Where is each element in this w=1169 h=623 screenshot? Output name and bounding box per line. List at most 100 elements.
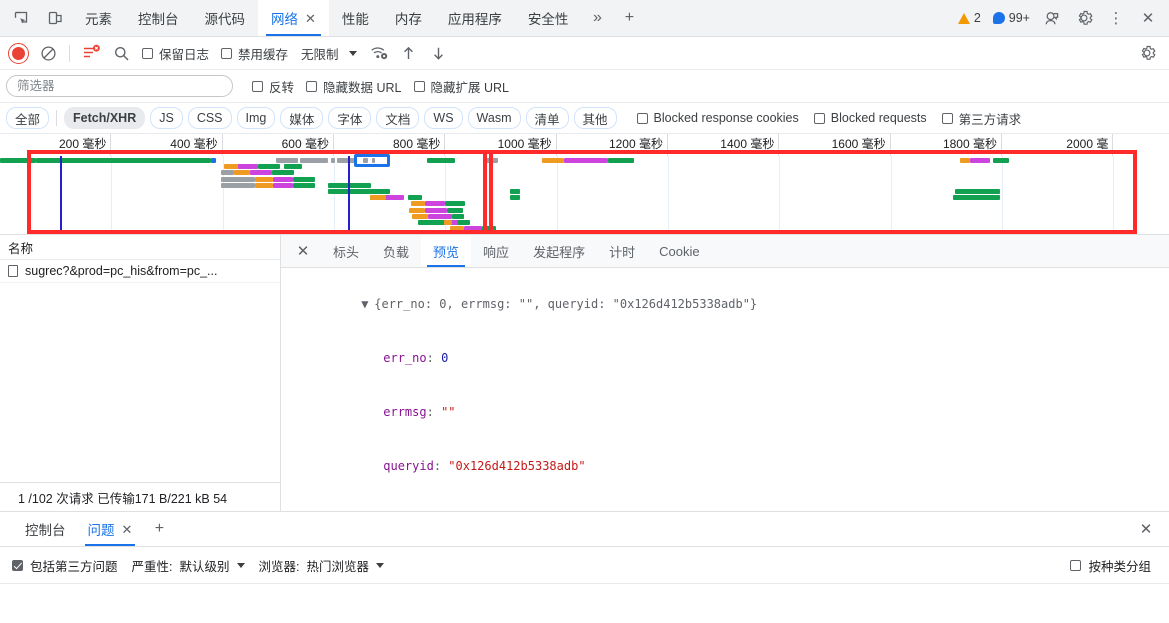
settings-gear-icon[interactable]: [1069, 4, 1099, 32]
network-settings-gear-icon[interactable]: [1133, 40, 1161, 66]
tab-elements[interactable]: 元素: [72, 0, 125, 36]
add-tab-icon[interactable]: +: [613, 0, 645, 36]
tab-headers[interactable]: 标头: [321, 235, 371, 267]
timeline-request-bar: [337, 158, 355, 163]
chip-font[interactable]: 字体: [328, 107, 372, 129]
tab-sources[interactable]: 源代码: [192, 0, 259, 36]
hide-extension-urls-checkbox[interactable]: 隐藏扩展 URL: [409, 77, 514, 96]
throttling-dropdown[interactable]: 无限制: [295, 44, 363, 63]
chip-all[interactable]: 全部: [6, 107, 50, 129]
network-overview-timeline[interactable]: 200 毫秒 400 毫秒 600 毫秒 800 毫秒 1000 毫秒 1200 毫秒 14…: [0, 134, 1169, 235]
chip-label: Wasm: [476, 111, 512, 125]
filter-input[interactable]: [6, 75, 233, 97]
timeline-request-bar: [452, 213, 464, 219]
chip-ws[interactable]: WS: [424, 107, 463, 129]
tab-console[interactable]: 控制台: [125, 0, 192, 36]
tab-label: 源代码: [204, 12, 246, 27]
tab-cookies[interactable]: Cookie: [647, 235, 711, 267]
invert-label: 反转: [269, 80, 295, 95]
group-by-kind-checkbox[interactable]: 按种类分组: [1070, 556, 1151, 575]
export-har-button[interactable]: [425, 40, 453, 66]
close-detail-icon[interactable]: ✕: [285, 235, 321, 267]
chip-other[interactable]: 其他: [573, 107, 617, 129]
close-devtools-icon[interactable]: ✕: [1133, 4, 1163, 32]
message-bubble-icon: [992, 12, 1005, 24]
more-tabs-icon[interactable]: »: [581, 0, 613, 36]
disable-cache-checkbox[interactable]: 禁用缓存: [216, 44, 293, 63]
hide-data-urls-checkbox[interactable]: 隐藏数据 URL: [301, 77, 406, 96]
tab-label: 性能: [341, 12, 369, 27]
clear-button[interactable]: [34, 40, 62, 66]
tab-payload[interactable]: 负载: [371, 235, 421, 267]
browser-dropdown[interactable]: 浏览器: 热门浏览器: [259, 556, 385, 575]
drawer-add-tab-icon[interactable]: +: [143, 512, 175, 546]
tab-security[interactable]: 安全性: [515, 0, 582, 36]
timeline-gridline: [334, 156, 335, 234]
search-button[interactable]: [107, 40, 135, 66]
preserve-log-checkbox[interactable]: 保留日志: [137, 44, 214, 63]
tab-performance[interactable]: 性能: [329, 0, 382, 36]
expand-triangle-icon[interactable]: ▼: [361, 295, 374, 313]
chip-css[interactable]: CSS: [187, 107, 232, 129]
record-button[interactable]: [4, 40, 32, 66]
tab-timing[interactable]: 计时: [597, 235, 647, 267]
blocked-requests-checkbox[interactable]: Blocked requests: [809, 111, 932, 125]
tab-memory[interactable]: 内存: [382, 0, 435, 36]
json-row: queryid: "0x126d412b5338adb": [383, 459, 586, 473]
tab-initiator[interactable]: 发起程序: [521, 235, 597, 267]
tab-application[interactable]: 应用程序: [435, 0, 515, 36]
blocked-response-cookies-label: Blocked response cookies: [653, 111, 799, 125]
chip-media[interactable]: 媒体: [280, 107, 324, 129]
chevron-down-icon: [348, 50, 357, 56]
tab-response[interactable]: 响应: [471, 235, 521, 267]
tab-close-icon[interactable]: ✕: [305, 12, 316, 25]
tab-network[interactable]: 网络 ✕: [258, 0, 329, 36]
blocked-response-cookies-checkbox[interactable]: Blocked response cookies: [632, 111, 804, 125]
chip-js[interactable]: JS: [150, 107, 183, 129]
drawer-tab-issues[interactable]: 问题 ✕: [76, 512, 144, 546]
device-toolbar-icon[interactable]: [38, 0, 72, 36]
warning-triangle-icon: [957, 12, 970, 24]
filter-toggle-button[interactable]: [77, 40, 105, 66]
issues-people-icon[interactable]: [1037, 4, 1067, 32]
warning-count-button[interactable]: 2: [953, 11, 986, 25]
chip-img[interactable]: Img: [236, 107, 276, 129]
inspect-element-icon[interactable]: [4, 0, 38, 36]
main-menu-icon[interactable]: ⋮: [1101, 4, 1131, 32]
timeline-request-bar: [250, 170, 272, 176]
network-conditions-button[interactable]: [365, 40, 393, 66]
timeline-gridline: [1002, 156, 1003, 234]
json-key: err_no: [383, 351, 427, 365]
timeline-bars-area[interactable]: [0, 150, 1169, 234]
chip-wasm[interactable]: Wasm: [467, 107, 521, 129]
include-third-party-checkbox[interactable]: 包括第三方问题: [12, 556, 118, 575]
json-value: "0x126d412b5338adb": [448, 459, 586, 473]
timeline-request-bar: [255, 176, 273, 182]
issues-filter-right: 按种类分组: [1070, 556, 1157, 575]
tab-preview[interactable]: 预览: [421, 235, 472, 267]
severity-dropdown[interactable]: 严重性: 默认级别: [132, 556, 245, 575]
timeline-request-bar: [273, 182, 293, 188]
timeline-gridline: [779, 156, 781, 234]
third-party-requests-checkbox[interactable]: 第三方请求: [937, 109, 1027, 128]
close-drawer-icon[interactable]: ✕: [1131, 515, 1161, 543]
table-row[interactable]: sugrec?&prod=pc_his&from=pc_...: [0, 260, 280, 283]
request-detail-pane: ✕ 标头 负载 预览 响应 发起程序 计时 Cookie ▼ {err_no: 0…: [281, 235, 1169, 511]
chip-label: 清单: [534, 112, 560, 127]
chip-doc[interactable]: 文档: [376, 107, 420, 129]
drawer-tab-console[interactable]: 控制台: [14, 512, 77, 546]
drawer-tab-close-icon[interactable]: ✕: [122, 523, 133, 536]
timeline-request-bar: [960, 158, 970, 163]
chip-fetch-xhr[interactable]: Fetch/XHR: [64, 107, 146, 129]
request-list[interactable]: sugrec?&prod=pc_his&from=pc_...: [0, 260, 280, 482]
timeline-request-bar: [444, 220, 452, 225]
toolbar-right: [1133, 40, 1165, 66]
invert-checkbox[interactable]: 反转: [247, 77, 299, 96]
json-root-row[interactable]: ▼ {err_no: 0, errmsg: "", queryid: "0x126…: [289, 277, 1169, 331]
timeline-request-bar: [221, 182, 255, 188]
chip-manifest[interactable]: 清单: [525, 107, 569, 129]
hide-data-urls-label: 隐藏数据 URL: [323, 80, 402, 95]
message-count-button[interactable]: 99+: [988, 11, 1035, 25]
import-har-button[interactable]: [395, 40, 423, 66]
timeline-tick-label: 600 毫秒: [223, 134, 334, 156]
